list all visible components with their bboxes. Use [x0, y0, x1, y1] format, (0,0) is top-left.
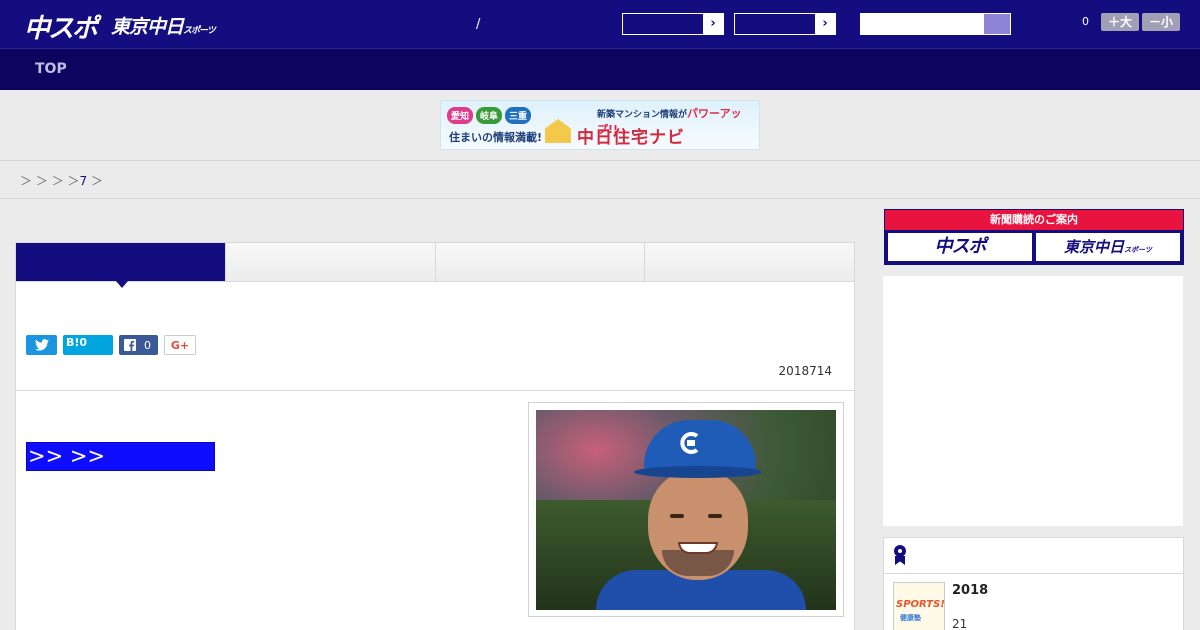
- twitter-icon: [34, 339, 49, 351]
- medal-icon: [894, 545, 906, 565]
- photo-mouth: [678, 542, 718, 554]
- subscribe-tokyo-text: 東京中日: [1064, 238, 1125, 256]
- article-panel: B! 0 0 G+ 2018714 >> >>: [15, 242, 855, 630]
- search-input[interactable]: [860, 13, 984, 35]
- photo-cap-brim: [634, 466, 762, 478]
- logo-tokyo-text: 東京中日: [111, 16, 184, 38]
- hatena-bookmark-button[interactable]: B! 0: [63, 335, 113, 355]
- chevron-right-icon: ›: [815, 14, 835, 34]
- article-divider: [16, 390, 854, 391]
- subscription-buttons: 中スポ 東京中日スポーツ: [885, 230, 1183, 264]
- category-select-1[interactable]: ›: [622, 13, 724, 35]
- subscribe-tokyo-small: スポーツ: [1124, 246, 1152, 254]
- banner-logo: 中日住宅ナビ: [577, 128, 685, 148]
- chevron-right-icon: ›: [703, 14, 723, 34]
- nav-item-top[interactable]: TOP: [35, 61, 67, 77]
- banner-region-bubbles: 愛知 岐阜 三重: [447, 107, 532, 124]
- category-select-1-value: [623, 14, 703, 34]
- banner-bubble-mie: 三重: [505, 107, 532, 124]
- facebook-share-button[interactable]: 0: [119, 335, 158, 355]
- banner-tagline: 住まいの情報満載!: [449, 131, 543, 144]
- article-tabs: [16, 243, 854, 288]
- article-more-link[interactable]: >> >>: [26, 442, 215, 471]
- breadcrumb-separator: ＞: [67, 174, 80, 188]
- breadcrumb-separator: ＞: [51, 174, 64, 188]
- thumbnail-subtitle: 健康塾: [900, 614, 921, 622]
- googleplus-share-button[interactable]: G+: [164, 335, 196, 355]
- subscribe-chuspo-button[interactable]: 中スポ: [888, 233, 1032, 261]
- subscription-box: 新聞購読のご案内 中スポ 東京中日スポーツ: [884, 209, 1184, 265]
- player-photo: [536, 410, 836, 610]
- banner-bubble-gifu: 岐阜: [476, 107, 503, 124]
- logo-chuspo[interactable]: 中スポ: [24, 8, 98, 45]
- ranking-item-text: 21: [952, 617, 968, 630]
- font-size-larger-button[interactable]: ＋大: [1101, 13, 1139, 31]
- tab-3[interactable]: [434, 243, 645, 281]
- category-select-2[interactable]: ›: [734, 13, 836, 35]
- photo-eye: [708, 514, 722, 518]
- banner-area: 愛知 岐阜 三重 住まいの情報満載! 新築マンション情報がパワーアップ!! 中日…: [0, 90, 1200, 161]
- main-nav: TOP: [0, 48, 1200, 90]
- ranking-item-title[interactable]: 2018: [952, 583, 988, 598]
- facebook-count: 0: [144, 338, 151, 352]
- twitter-share-button[interactable]: [26, 335, 57, 355]
- dragons-cap-logo-icon: [680, 432, 699, 454]
- tab-2[interactable]: [224, 243, 435, 281]
- ranking-box: SPORTS!! 健康塾 2018 21: [883, 537, 1184, 630]
- sidebar-ad[interactable]: [883, 276, 1183, 526]
- housing-navi-banner[interactable]: 愛知 岐阜 三重 住まいの情報満載! 新築マンション情報がパワーアップ!! 中日…: [440, 100, 760, 150]
- breadcrumb-link[interactable]: 7: [80, 174, 88, 188]
- site-header: 中スポ 東京中日スポーツ / › › 0 ＋大 －小: [0, 0, 1200, 48]
- breadcrumb: ＞ ＞ ＞ ＞7 ＞: [0, 161, 1200, 199]
- ranking-thumbnail[interactable]: SPORTS!! 健康塾: [893, 582, 945, 630]
- banner-bubble-aichi: 愛知: [447, 107, 474, 124]
- facebook-icon: [124, 339, 136, 351]
- tab-4[interactable]: [644, 243, 854, 281]
- header-separator: /: [476, 17, 481, 32]
- article-photo[interactable]: [528, 402, 844, 617]
- subscribe-tokyo-chunichi-button[interactable]: 東京中日スポーツ: [1036, 233, 1180, 261]
- photo-eye: [670, 514, 684, 518]
- tab-1[interactable]: [16, 243, 225, 288]
- article-date: 2018714: [778, 364, 832, 378]
- breadcrumb-items: ＞ ＞ ＞ ＞7 ＞: [20, 172, 103, 189]
- banner-headline-prefix: 新築マンション情報が: [597, 110, 688, 120]
- search-button[interactable]: [983, 13, 1011, 35]
- category-select-2-value: [735, 14, 815, 34]
- house-icon: [545, 119, 571, 143]
- social-share-bar: B! 0 0 G+: [26, 335, 196, 355]
- logo-tokyo-small: スポーツ: [183, 26, 216, 36]
- breadcrumb-separator: ＞: [20, 174, 33, 188]
- subscription-heading: 新聞購読のご案内: [885, 210, 1183, 230]
- thumbnail-title: SPORTS!!: [896, 599, 945, 610]
- hatena-icon: B!: [66, 335, 80, 349]
- hatena-count: 0: [79, 335, 88, 349]
- header-count: 0: [1082, 15, 1089, 28]
- breadcrumb-separator: ＞: [35, 174, 48, 188]
- ranking-header: [884, 538, 1183, 574]
- logo-tokyo-chunichi[interactable]: 東京中日スポーツ: [111, 12, 216, 39]
- breadcrumb-separator: ＞: [91, 174, 104, 188]
- font-size-smaller-button[interactable]: －小: [1142, 13, 1180, 31]
